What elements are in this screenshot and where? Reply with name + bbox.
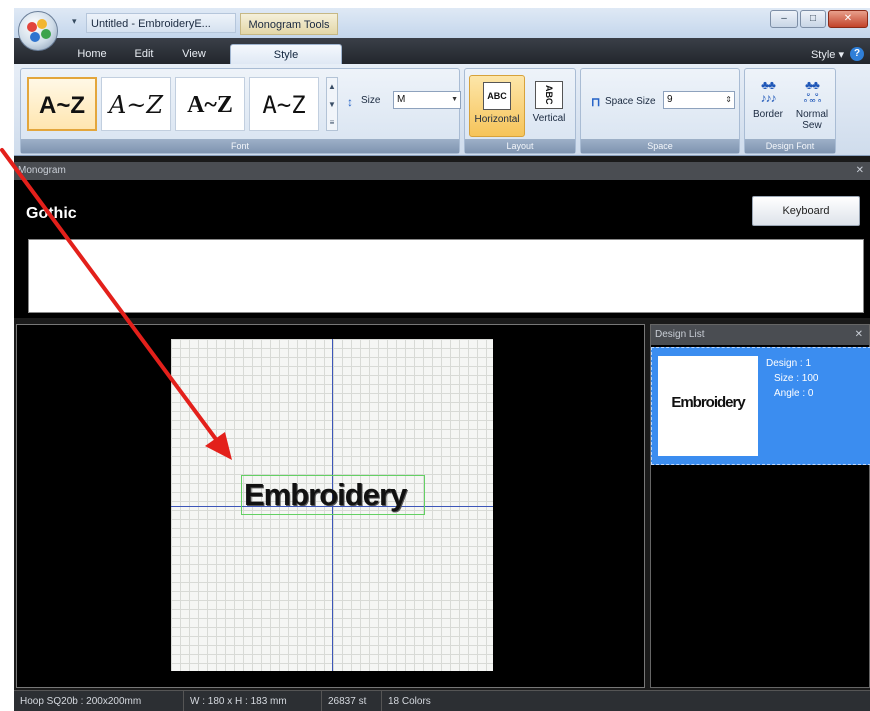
space-size-value: 9: [667, 94, 673, 105]
horizontal-layout-icon: ABC: [483, 82, 511, 110]
normal-sew-button[interactable]: ♣♣ ஃஃ Normal Sew: [791, 75, 833, 137]
font-tile-serif[interactable]: A~Z: [175, 77, 245, 131]
ribbon-tab-row: Home Edit View Style Style ▾ ?: [14, 38, 870, 64]
gallery-more-icon[interactable]: ≡: [327, 114, 337, 132]
design-text: Embroidery: [244, 477, 407, 512]
vertical-layout-icon: ABC: [535, 81, 563, 109]
border-icon: ♣♣ ♪♪♪: [760, 78, 777, 105]
status-bar: Hoop SQ20b : 200x200mm W : 180 x H : 183…: [14, 690, 870, 711]
monogram-design-object[interactable]: Embroidery: [241, 475, 425, 515]
border-button[interactable]: ♣♣ ♪♪♪ Border: [747, 75, 789, 137]
close-icon[interactable]: ✕: [855, 325, 863, 345]
vertical-layout-button[interactable]: ABC Vertical: [525, 75, 573, 137]
layout-group: ABC Horizontal ABC Vertical Layout: [464, 68, 576, 154]
space-size-spinner[interactable]: 9 ⇕: [663, 91, 735, 109]
app-logo-petal: [37, 19, 47, 29]
monogram-panel-header: Monogram ✕: [14, 162, 870, 180]
selected-font-name: Gothic: [26, 205, 77, 222]
design-list-header: Design List ✕: [651, 325, 869, 345]
design-canvas[interactable]: Embroidery: [16, 324, 645, 688]
space-group: ⊓ Space Size 9 ⇕ Space: [580, 68, 740, 154]
space-size-label: Space Size: [605, 96, 656, 107]
font-group: A~Z A~Z A~Z A~Z ▲ ▼ ≡ ↕ Size M ▼ Font: [20, 68, 461, 154]
design-size: Size : 100: [774, 373, 819, 384]
gallery-down-icon[interactable]: ▼: [327, 96, 337, 114]
design-list-panel: Design List ✕ Embroidery Design : 1 Size…: [650, 324, 870, 688]
quick-access-toolbar-dropdown[interactable]: ▾: [72, 16, 77, 27]
status-colors: 18 Colors: [388, 696, 431, 707]
size-icon: ↕: [347, 95, 353, 109]
spinner-arrows-icon[interactable]: ⇕: [725, 92, 732, 108]
design-font-group-label: Design Font: [745, 139, 835, 153]
font-gallery-scroll[interactable]: ▲ ▼ ≡: [326, 77, 338, 131]
monogram-text-input[interactable]: [28, 239, 864, 313]
monogram-panel: Gothic Keyboard: [14, 180, 870, 318]
tab-view[interactable]: View: [172, 44, 216, 64]
design-info: Design : 1 Size : 100 Angle : 0: [766, 356, 818, 401]
size-label: Size: [361, 95, 381, 106]
horizontal-layout-button[interactable]: ABC Horizontal: [469, 75, 525, 137]
size-value: M: [397, 94, 406, 105]
keyboard-button[interactable]: Keyboard: [752, 196, 860, 226]
design-list-item[interactable]: Embroidery Design : 1 Size : 100 Angle :…: [651, 347, 870, 465]
application-window: ▾ Untitled - EmbroideryE... Monogram Too…: [14, 8, 870, 711]
status-dimensions: W : 180 x H : 183 mm: [184, 691, 322, 711]
space-size-icon: ⊓: [591, 95, 601, 109]
app-logo-petal: [30, 32, 40, 42]
layout-group-label: Layout: [465, 139, 575, 153]
font-tile-script[interactable]: A~Z: [101, 77, 171, 131]
space-group-label: Space: [581, 139, 739, 153]
font-tile-rounded[interactable]: A~Z: [249, 77, 319, 131]
status-stitches: 26837 st: [322, 691, 382, 711]
vertical-label: Vertical: [532, 113, 566, 124]
chevron-down-icon: ▼: [451, 96, 458, 103]
style-menu[interactable]: Style ▾: [811, 48, 844, 61]
title-bar: ▾ Untitled - EmbroideryE... Monogram Too…: [14, 8, 870, 38]
normal-sew-label: Normal Sew: [795, 109, 829, 131]
design-thumbnail-text: Embroidery: [671, 394, 745, 411]
hoop-area[interactable]: Embroidery: [171, 339, 493, 671]
design-thumbnail: Embroidery: [658, 356, 758, 456]
help-icon[interactable]: ?: [850, 47, 864, 61]
font-tile-gothic[interactable]: A~Z: [27, 77, 97, 131]
app-logo-icon: [27, 22, 37, 32]
design-list-title: Design List: [655, 329, 705, 340]
gallery-up-icon[interactable]: ▲: [327, 78, 337, 96]
font-group-label: Font: [21, 139, 459, 153]
minimize-button[interactable]: –: [770, 10, 798, 28]
ribbon: A~Z A~Z A~Z A~Z ▲ ▼ ≡ ↕ Size M ▼ Font AB…: [14, 64, 870, 156]
app-menu-button[interactable]: [18, 11, 58, 51]
horizontal-label: Horizontal: [474, 114, 520, 125]
monogram-panel-title: Monogram: [18, 165, 66, 176]
design-angle: Angle : 0: [774, 388, 814, 399]
normal-sew-icon: ♣♣ ஃஃ: [803, 78, 822, 105]
tab-home[interactable]: Home: [70, 44, 114, 64]
size-dropdown[interactable]: M ▼: [393, 91, 461, 109]
close-icon[interactable]: ✕: [856, 162, 864, 180]
context-tab-monogram-tools[interactable]: Monogram Tools: [240, 13, 338, 35]
app-logo-petal: [41, 29, 51, 39]
maximize-button[interactable]: □: [800, 10, 826, 28]
document-title: Untitled - EmbroideryE...: [86, 13, 236, 33]
border-label: Border: [752, 109, 783, 120]
close-button[interactable]: ✕: [828, 10, 868, 28]
tab-edit[interactable]: Edit: [126, 44, 162, 64]
status-hoop: Hoop SQ20b : 200x200mm: [14, 691, 184, 711]
design-number: Design : 1: [766, 358, 812, 369]
design-font-group: ♣♣ ♪♪♪ Border ♣♣ ஃஃ Normal Sew Design Font: [744, 68, 836, 154]
tab-style[interactable]: Style: [230, 44, 342, 64]
